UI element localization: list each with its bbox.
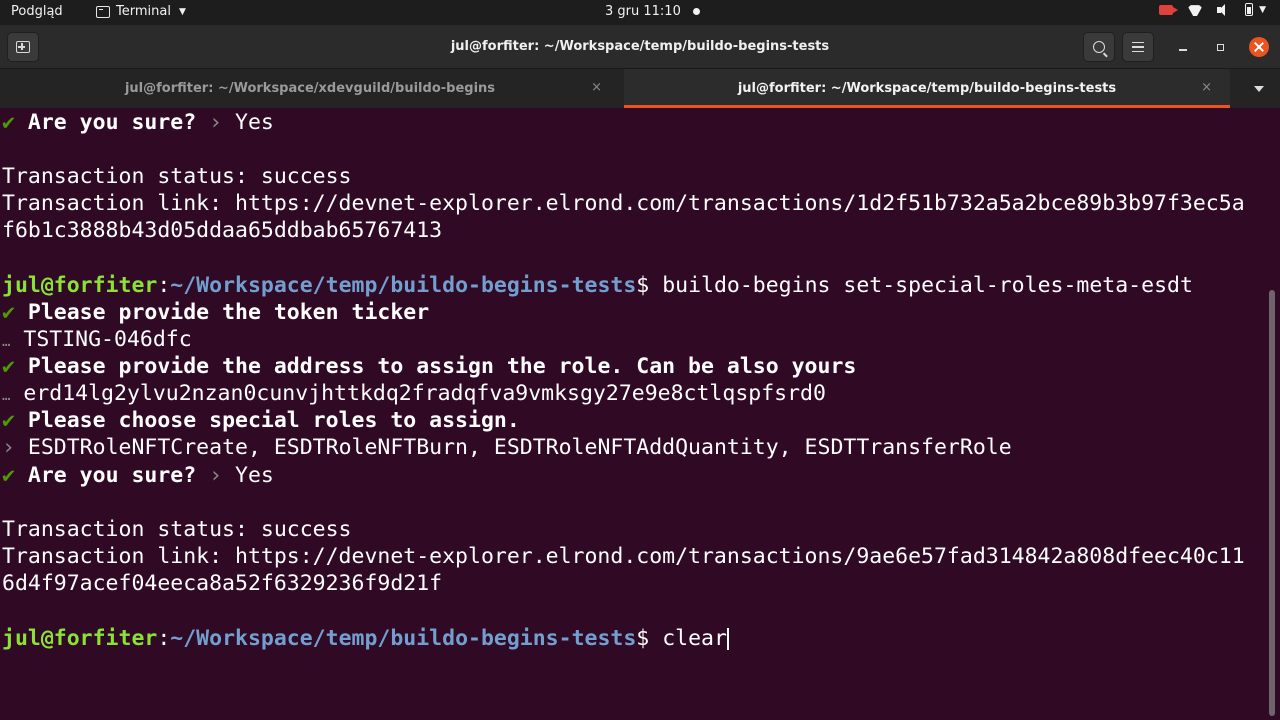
terminal-prompt-line: jul@forfiter:~/Workspace/temp/buildo-beg… (2, 273, 1193, 298)
tab-strip: jul@forfiter: ~/Workspace/xdevguild/buil… (0, 69, 1280, 108)
minimize-button[interactable] (1175, 39, 1191, 55)
battery-icon (1245, 3, 1254, 16)
clock[interactable]: 3 gru 11:10 (605, 4, 700, 19)
window-header-bar: jul@forfiter: ~/Workspace/temp/buildo-be… (0, 25, 1280, 69)
wifi-icon (1187, 4, 1203, 16)
tab-close-icon[interactable]: × (1201, 80, 1212, 95)
transaction-link[interactable]: https://devnet-explorer.elrond.com/trans… (235, 544, 1245, 569)
notification-dot-icon (692, 8, 700, 15)
terminal-line: … erd14lg2ylvu2nzan0cunvjhttkdq2fradqfva… (2, 381, 826, 406)
terminal-line: Transaction status: success (2, 164, 352, 189)
terminal-line: f6b1c3888b43d05ddaa65ddbab65767413 (2, 218, 443, 243)
text-cursor (726, 628, 729, 650)
terminal-line: Transaction link: https://devnet-explore… (2, 191, 1245, 216)
screen-record-icon (1159, 4, 1179, 15)
app-menu-label: Terminal (116, 4, 171, 19)
app-menu[interactable]: Terminal ▼ (96, 4, 186, 19)
terminal-line: Transaction status: success (2, 517, 352, 542)
close-icon (1254, 42, 1264, 52)
tab-buildo-begins-tests[interactable]: jul@forfiter: ~/Workspace/temp/buildo-be… (624, 69, 1230, 108)
maximize-button[interactable] (1212, 39, 1228, 55)
tab-label: jul@forfiter: ~/Workspace/xdevguild/buil… (124, 81, 496, 96)
tabs-menu-chevron-icon[interactable] (1254, 86, 1264, 92)
terminal-icon (96, 5, 110, 18)
transaction-link[interactable]: https://devnet-explorer.elrond.com/trans… (235, 191, 1245, 216)
tab-buildo-begins[interactable]: jul@forfiter: ~/Workspace/xdevguild/buil… (0, 69, 620, 108)
terminal-line: 6d4f97acef04eeca8a52f6329236f9d21f (2, 571, 443, 596)
menu-button[interactable] (1122, 32, 1154, 62)
terminal-line: ✔ Please provide the address to assign t… (2, 354, 857, 379)
terminal-line: ✔ Are you sure? › Yes (2, 110, 274, 135)
terminal-line: ✔ Are you sure? › Yes (2, 463, 274, 488)
tab-label: jul@forfiter: ~/Workspace/temp/buildo-be… (737, 81, 1117, 96)
chevron-down-icon: ▼ (178, 6, 186, 17)
clock-label: 3 gru 11:10 (605, 4, 681, 19)
close-window-button[interactable] (1249, 37, 1269, 57)
terminal-line: … TSTING-046dfc (2, 327, 192, 352)
hamburger-menu-icon (1132, 42, 1144, 52)
terminal-line: ✔ Please provide the token ticker (2, 300, 430, 325)
terminal-scrollbar[interactable] (1269, 290, 1275, 716)
terminal-line: › ESDTRoleNFTCreate, ESDTRoleNFTBurn, ES… (2, 435, 1012, 460)
system-tray[interactable]: ▼ (1159, 3, 1266, 16)
search-icon (1093, 41, 1105, 53)
activities-button[interactable]: Podgląd (11, 4, 63, 19)
maximize-icon (1216, 43, 1224, 51)
tab-close-icon[interactable]: × (591, 80, 602, 95)
terminal-prompt-line: jul@forfiter:~/Workspace/temp/buildo-beg… (2, 626, 729, 651)
command-input[interactable]: clear (662, 626, 727, 651)
terminal-line: ✔ Please choose special roles to assign. (2, 408, 520, 433)
terminal-area[interactable]: ✔ Are you sure? › Yes Transaction status… (0, 108, 1268, 720)
volume-icon (1217, 3, 1231, 16)
system-top-bar: Podgląd Terminal ▼ 3 gru 11:10 ▼ (0, 0, 1280, 25)
chevron-down-icon: ▼ (1259, 4, 1266, 15)
terminal-line: Transaction link: https://devnet-explore… (2, 544, 1245, 569)
search-button[interactable] (1083, 32, 1115, 62)
minimize-icon (1179, 49, 1187, 51)
